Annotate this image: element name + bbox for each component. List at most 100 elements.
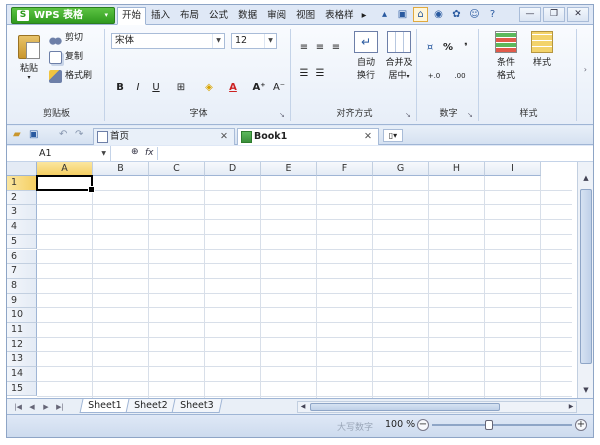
align-top-button[interactable]: ≡ [297,41,311,55]
row-header-7[interactable]: 7 [7,264,37,279]
bold-button[interactable]: B [113,81,127,95]
app-menu-button[interactable]: S WPS 表格 ▾ [11,7,115,24]
collapse-ribbon-icon[interactable]: ▴ [377,7,392,22]
restore-button[interactable]: ❐ [543,7,565,22]
column-header-f[interactable]: F [317,162,373,176]
row-header-8[interactable]: 8 [7,278,37,294]
column-header-b[interactable]: B [93,162,149,176]
prev-sheet-icon[interactable]: ◀ [27,401,37,413]
tab-view[interactable]: 视图 [291,7,320,25]
font-size-select[interactable]: 12 ▼ [231,33,277,49]
zoom-slider-thumb[interactable] [485,420,494,430]
horizontal-scrollbar[interactable]: ◀ ▶ [297,401,577,413]
minimize-button[interactable]: — [519,7,541,22]
sheet-tab-3[interactable]: Sheet3 [171,399,223,413]
tab-review[interactable]: 审阅 [262,7,291,25]
fill-color-button[interactable]: ◈ [199,81,219,95]
sheet-tab-1[interactable]: Sheet1 [79,399,131,413]
sheet-tab-2[interactable]: Sheet2 [125,399,177,413]
cell-style-button[interactable]: 样式 [527,31,557,68]
name-box[interactable]: A1 ▼ [7,146,111,161]
dialog-launcher-icon[interactable]: ↘ [467,111,475,119]
row-header-11[interactable]: 11 [7,323,37,338]
scroll-down-icon[interactable]: ▼ [580,384,592,396]
row-header-15[interactable]: 15 [7,381,37,397]
column-header-g[interactable]: G [373,162,429,176]
ribbon-scroll-icon[interactable]: › [584,65,587,74]
tab-insert[interactable]: 插入 [146,7,175,25]
doc-tab-book1[interactable]: Book1 ✕ [237,128,379,145]
column-header-h[interactable]: H [429,162,485,176]
close-icon[interactable]: ✕ [220,129,228,144]
decrease-decimal-button[interactable]: .00 [449,69,471,83]
currency-button[interactable]: ¤ [423,41,437,55]
dialog-launcher-icon[interactable]: ↘ [279,111,287,119]
close-icon[interactable]: ✕ [364,129,372,144]
row-header-6[interactable]: 6 [7,249,37,265]
cut-button[interactable]: 剪切 [49,31,83,46]
row-header-12[interactable]: 12 [7,337,37,353]
row-header-4[interactable]: 4 [7,220,37,235]
column-header-i[interactable]: I [485,162,541,176]
undo-icon[interactable]: ↶ [59,129,67,140]
refresh-icon[interactable]: ◉ [431,7,446,22]
window-icon[interactable]: ▣ [395,7,410,22]
row-header-1[interactable]: 1 [7,176,37,191]
merge-center-button[interactable]: 合并及 居中▾ [383,31,415,81]
zoom-in-button[interactable]: + [575,419,587,431]
column-header-c[interactable]: C [149,162,205,176]
zoom-slider-track[interactable] [432,424,572,426]
save-icon[interactable]: ▣ [29,129,38,140]
align-left-button[interactable]: ☰ [297,67,311,81]
format-painter-button[interactable]: 格式刷 [49,69,92,84]
font-color-button[interactable]: A [223,81,243,95]
align-center-button[interactable]: ☰ [313,67,327,81]
paste-button[interactable]: 粘贴 ▾ [15,35,43,81]
row-header-13[interactable]: 13 [7,352,37,368]
zoom-formula-icon[interactable]: ⊕ [131,147,139,157]
tabs-more-button[interactable]: ▸ [359,7,370,25]
border-button[interactable]: ⊞ [171,81,191,95]
help-icon[interactable]: ? [485,7,500,22]
increase-decimal-button[interactable]: +.0 [423,69,445,83]
user-icon[interactable]: ☺ [467,7,482,22]
scroll-left-icon[interactable]: ◀ [298,402,308,412]
shrink-font-button[interactable]: A⁻ [271,81,287,95]
align-middle-button[interactable]: ≡ [313,41,327,55]
tab-home[interactable]: 开始 [117,7,147,25]
zoom-out-button[interactable]: − [417,419,429,431]
doc-tab-home[interactable]: 首页 ✕ [93,128,235,145]
conditional-format-button[interactable]: 条件 格式 [489,31,523,81]
font-name-select[interactable]: 宋体 ▼ [111,33,225,49]
row-header-9[interactable]: 9 [7,293,37,309]
formula-input[interactable] [157,147,587,160]
next-sheet-icon[interactable]: ▶ [41,401,51,413]
align-bottom-button[interactable]: ≡ [329,41,343,55]
vertical-scroll-thumb[interactable] [580,189,592,364]
open-folder-icon[interactable]: ▰ [13,129,21,140]
horizontal-scroll-thumb[interactable] [310,403,500,411]
row-header-2[interactable]: 2 [7,190,37,206]
column-header-a[interactable]: A [37,162,93,176]
scroll-right-icon[interactable]: ▶ [566,402,576,412]
select-all-corner[interactable] [7,162,37,176]
column-header-e[interactable]: E [261,162,317,176]
wrap-text-button[interactable]: ↵ 自动 换行 [351,31,381,81]
new-tab-button[interactable]: ▯▾ [383,129,403,142]
row-header-10[interactable]: 10 [7,308,37,323]
percent-button[interactable]: % [441,41,455,55]
vertical-scrollbar[interactable]: ▲ ▼ [577,162,593,398]
tab-formula[interactable]: 公式 [204,7,233,25]
copy-button[interactable]: 复制 [49,50,83,65]
underline-button[interactable]: U [149,81,163,95]
grow-font-button[interactable]: A⁺ [251,81,267,95]
tab-data[interactable]: 数据 [233,7,262,25]
tab-table-style[interactable]: 表格样 [320,7,359,25]
row-header-5[interactable]: 5 [7,234,37,250]
tab-layout[interactable]: 布局 [175,7,204,25]
dialog-launcher-icon[interactable]: ↘ [405,111,413,119]
redo-icon[interactable]: ↷ [75,129,83,140]
row-header-14[interactable]: 14 [7,367,37,382]
home-icon[interactable]: ⌂ [413,7,428,22]
active-cell[interactable] [36,175,95,193]
